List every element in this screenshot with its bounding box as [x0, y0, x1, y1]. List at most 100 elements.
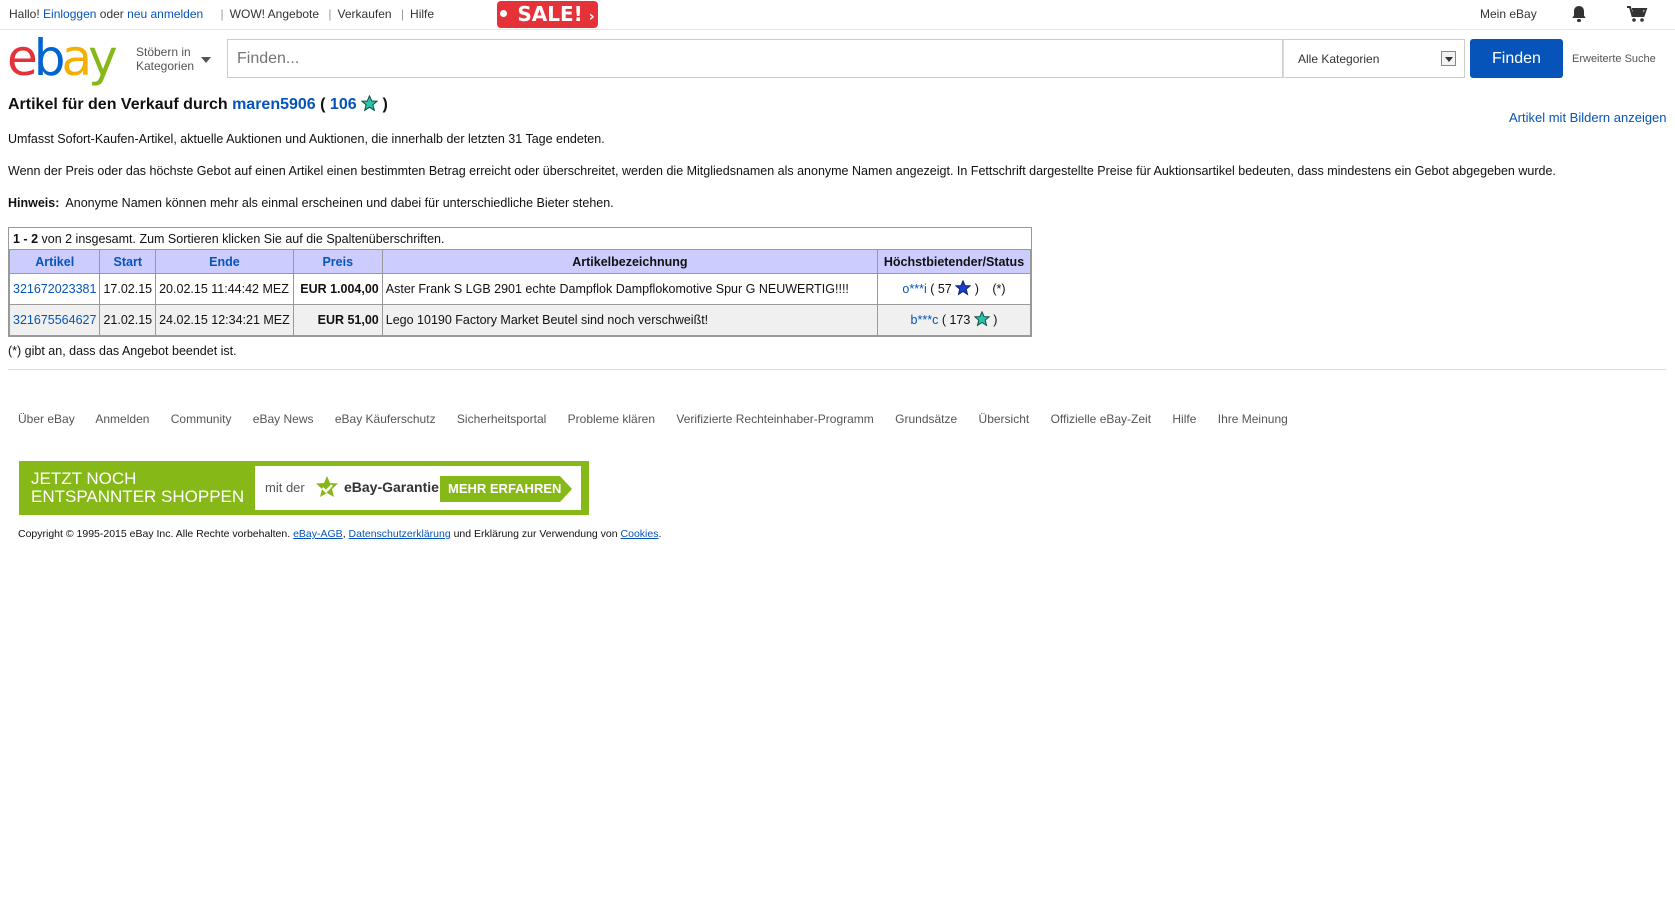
banner-mitder: mit der: [265, 480, 305, 495]
and-text: und Erklärung zur Verwendung von: [453, 528, 618, 540]
table-row: 321672023381 17.02.15 20.02.15 11:44:42 …: [8, 273, 1031, 305]
dropdown-arrow-icon[interactable]: [1441, 51, 1456, 66]
footer-link-community[interactable]: Community: [171, 412, 232, 426]
logo-letter-e: e: [7, 29, 38, 87]
price-info-text: Wenn der Preis oder das höchste Gebot au…: [8, 164, 1556, 178]
intro-text: Umfasst Sofort-Kaufen-Artikel, aktuelle …: [8, 132, 605, 146]
bidder-cell: b***c ( 173 ): [877, 304, 1031, 336]
advanced-search-link[interactable]: Erweiterte Suche: [1572, 53, 1656, 65]
logo-letter-a: a: [61, 29, 93, 87]
col-header-title: Artikelbezeichnung: [381, 249, 879, 274]
col-header-bidder: Höchstbietender/Status: [877, 249, 1031, 274]
my-ebay-link[interactable]: Mein eBay: [1480, 7, 1537, 21]
sell-link[interactable]: Verkaufen: [338, 7, 392, 21]
learn-more-button[interactable]: MEHR ERFAHREN: [440, 476, 572, 502]
footer-link-vero[interactable]: Verifizierte Rechteinhaber-Programm: [676, 412, 873, 426]
close-paren: ): [382, 96, 388, 113]
col-header-end[interactable]: Ende: [155, 249, 294, 274]
show-with-pictures-link[interactable]: Artikel mit Bildern anzeigen: [1509, 110, 1667, 125]
seller-link[interactable]: maren5906: [232, 96, 316, 113]
footer-link-policies[interactable]: Grundsätze: [895, 412, 957, 426]
item-title: Lego 10190 Factory Market Beutel sind no…: [381, 304, 879, 336]
count-text: von 2 insgesamt. Zum Sortieren klicken S…: [38, 232, 445, 246]
divider: [8, 369, 1666, 370]
price: EUR 1.004,00: [292, 273, 383, 305]
privacy-link[interactable]: Datenschutzerklärung: [349, 528, 451, 540]
bidder-close-paren: ): [993, 312, 998, 327]
bidder-score: ( 173: [941, 312, 971, 327]
copyright-text: Copyright © 1995-2015 eBay Inc. Alle Rec…: [18, 528, 291, 540]
footer-link-news[interactable]: eBay News: [253, 412, 314, 426]
help-link[interactable]: Hilfe: [410, 7, 434, 21]
copyright: Copyright © 1995-2015 eBay Inc. Alle Rec…: [18, 528, 661, 540]
cart-icon[interactable]: [1626, 5, 1648, 26]
price: EUR 51,00: [292, 304, 383, 336]
feedback-score-link[interactable]: 106: [330, 96, 357, 113]
footer-link-feedback[interactable]: Ihre Meinung: [1218, 412, 1288, 426]
items-table-container: 1 - 2 von 2 insgesamt. Zum Sortieren kli…: [8, 227, 1032, 337]
bell-icon[interactable]: [1571, 5, 1587, 26]
bidder-score: ( 57: [930, 281, 952, 296]
table-header-row: Artikel Start Ende Preis Artikelbezeichn…: [8, 249, 1031, 274]
open-paren: (: [320, 96, 326, 113]
start-date: 17.02.15: [99, 273, 157, 305]
sale-badge[interactable]: SALE! ›: [497, 1, 598, 28]
ended-status: (*): [992, 281, 1006, 296]
learn-more-label: MEHR ERFAHREN: [448, 481, 562, 496]
find-button[interactable]: Finden: [1470, 39, 1563, 78]
browse-categories[interactable]: Stöbern in Kategorien: [136, 45, 194, 73]
result-count: 1 - 2 von 2 insgesamt. Zum Sortieren kli…: [9, 228, 1031, 249]
footer-link-sitemap[interactable]: Übersicht: [979, 412, 1030, 426]
wow-deals-link[interactable]: WOW! Angebote: [230, 7, 319, 21]
search-input[interactable]: [227, 39, 1283, 78]
footer-link-official-time[interactable]: Offizielle eBay-Zeit: [1051, 412, 1151, 426]
end-date: 24.02.15 12:34:21 MEZ: [155, 304, 294, 336]
banner-line1: JETZT NOCH: [31, 469, 137, 488]
ebay-logo[interactable]: ebay: [7, 29, 118, 87]
range-sep: -: [19, 232, 32, 246]
footer-link-resolve[interactable]: Probleme klären: [568, 412, 655, 426]
bidder-cell: o***i ( 57 ) (*): [877, 273, 1031, 305]
period: .: [658, 528, 662, 540]
col-header-start[interactable]: Start: [99, 249, 157, 274]
logo-letter-b: b: [33, 29, 66, 87]
start-date: 21.02.15: [99, 304, 157, 336]
footer-link-signin[interactable]: Anmelden: [95, 412, 149, 426]
category-select[interactable]: Alle Kategorien: [1283, 39, 1465, 78]
col-header-item[interactable]: Artikel: [8, 249, 101, 274]
item-number-link[interactable]: 321672023381: [13, 282, 96, 296]
hint-body: Anonyme Namen können mehr als einmal ers…: [65, 196, 614, 210]
item-number-link[interactable]: 321675564627: [13, 313, 96, 327]
page-title: Artikel für den Verkauf durch maren5906 …: [8, 94, 388, 117]
ended-note: (*) gibt an, dass das Angebot beendet is…: [8, 344, 237, 358]
banner-white-panel: mit der eBay-Garantie MEHR ERFAHREN: [255, 466, 581, 510]
or-text: oder: [99, 7, 124, 21]
bidder-link[interactable]: b***c: [911, 313, 939, 327]
footer-link-about[interactable]: Über eBay: [18, 412, 75, 426]
agb-link[interactable]: eBay-AGB: [293, 528, 343, 540]
col-header-price[interactable]: Preis: [292, 249, 383, 274]
cookies-link[interactable]: Cookies: [621, 528, 659, 540]
table-row: 321675564627 21.02.15 24.02.15 12:34:21 …: [8, 304, 1031, 336]
register-link[interactable]: neu anmelden: [127, 7, 203, 21]
end-date: 20.02.15 11:44:42 MEZ: [155, 273, 294, 305]
top-bar: Hallo! Einloggen oder neu anmelden | WOW!…: [0, 0, 1675, 30]
chevron-right-icon: ›: [588, 9, 595, 25]
range-start: 1: [13, 232, 20, 246]
guarantee-star-icon: [314, 475, 340, 504]
banner-headline: JETZT NOCH ENTSPANNTER SHOPPEN: [31, 470, 244, 506]
bidder-link[interactable]: o***i: [902, 282, 926, 296]
footer-link-buyer-protection[interactable]: eBay Käuferschutz: [335, 412, 436, 426]
guarantee-banner[interactable]: JETZT NOCH ENTSPANNTER SHOPPEN mit der e…: [19, 461, 589, 515]
login-link[interactable]: Einloggen: [43, 7, 96, 21]
feedback-star-icon: [360, 94, 379, 117]
bidder-close-paren: ): [974, 281, 979, 296]
sale-label: SALE!: [517, 2, 583, 26]
comma: ,: [342, 528, 346, 540]
range-end: 2: [31, 232, 39, 246]
footer-link-help[interactable]: Hilfe: [1172, 412, 1196, 426]
footer-link-security[interactable]: Sicherheitsportal: [457, 412, 546, 426]
top-bar-left: Hallo! Einloggen oder neu anmelden | WOW!…: [9, 7, 435, 21]
caret-down-icon[interactable]: [201, 57, 211, 63]
hint-label: Hinweis:: [8, 196, 60, 210]
